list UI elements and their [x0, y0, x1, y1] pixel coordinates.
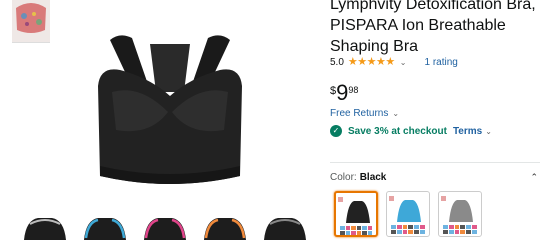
price: $ 9 98 [330, 82, 358, 108]
price-whole: 9 [336, 80, 349, 105]
rating-count-link[interactable]: 1 rating [424, 57, 457, 68]
check-circle-icon: ✓ [330, 125, 342, 137]
chevron-up-icon[interactable]: ⌃ [530, 172, 538, 183]
color-swatch-black[interactable] [334, 191, 378, 237]
rating-value: 5.0 [330, 56, 344, 68]
thumbnail-image[interactable] [200, 214, 250, 240]
color-swatch-gray[interactable] [438, 191, 482, 237]
terms-link[interactable]: Terms [453, 126, 482, 137]
thumbnail-image-top[interactable] [12, 0, 50, 43]
coupon-text: Save 3% at checkout [348, 125, 447, 137]
chevron-down-icon: ⌄ [392, 109, 400, 118]
free-returns-link[interactable]: Free Returns ⌄ [330, 108, 399, 119]
color-swatch-blue[interactable] [386, 191, 430, 237]
main-product-image[interactable] [80, 26, 260, 202]
chevron-down-icon[interactable]: ⌄ [485, 127, 492, 136]
rating-row[interactable]: 5.0 ★ ★ ★ ★ ★ ⌄ 1 rating [330, 55, 458, 69]
product-title: Lymphvity Detoxification Bra, PISPARA Io… [330, 0, 536, 55]
chevron-down-icon[interactable]: ⌄ [400, 58, 407, 67]
star-rating-icon: ★ ★ ★ ★ ★ [347, 56, 395, 68]
free-returns-label: Free Returns [330, 108, 389, 119]
color-value: Black [359, 172, 387, 183]
thumbnail-image[interactable] [80, 214, 130, 240]
thumbnail-image[interactable] [20, 214, 70, 240]
divider [330, 162, 540, 163]
coupon-row: ✓ Save 3% at checkout Terms ⌄ [330, 124, 492, 138]
color-label: Color: [330, 172, 357, 183]
price-fraction: 98 [348, 85, 359, 95]
color-selector-header[interactable]: Color: Black ⌃ [330, 172, 538, 183]
thumbnail-image[interactable] [140, 214, 190, 240]
thumbnail-image[interactable] [260, 214, 310, 240]
thumbnail-row [2, 214, 324, 240]
